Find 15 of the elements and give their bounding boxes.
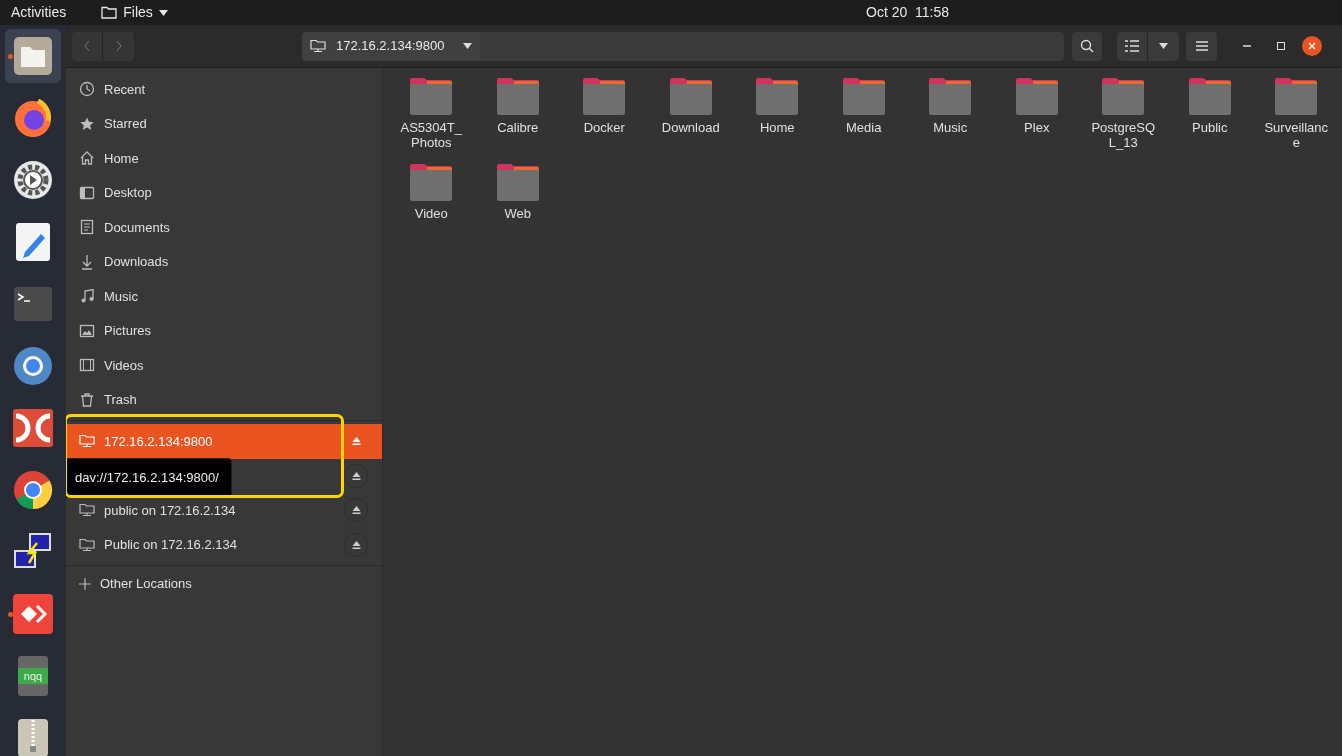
folder-label: Plex <box>1024 120 1050 135</box>
folder-label: PostgreSQ L_13 <box>1091 120 1156 150</box>
folder-label: Calibre <box>497 120 539 135</box>
folder-label: Download <box>661 120 720 135</box>
tooltip: dav://172.16.2.134:9800/ <box>66 458 232 498</box>
folder-label: Docker <box>583 120 625 135</box>
folder-label: Music <box>933 120 968 135</box>
folder-label: Home <box>759 120 795 135</box>
folder-label: Surveillanc e <box>1264 120 1329 150</box>
folder-label: Video <box>414 206 448 221</box>
folder-label: Web <box>504 206 531 221</box>
folder-label: Media <box>846 120 882 135</box>
folder-label: Public <box>1192 120 1228 135</box>
folder-label: AS5304T_ Photos <box>400 120 462 150</box>
notebook-label: nqq <box>18 668 48 684</box>
